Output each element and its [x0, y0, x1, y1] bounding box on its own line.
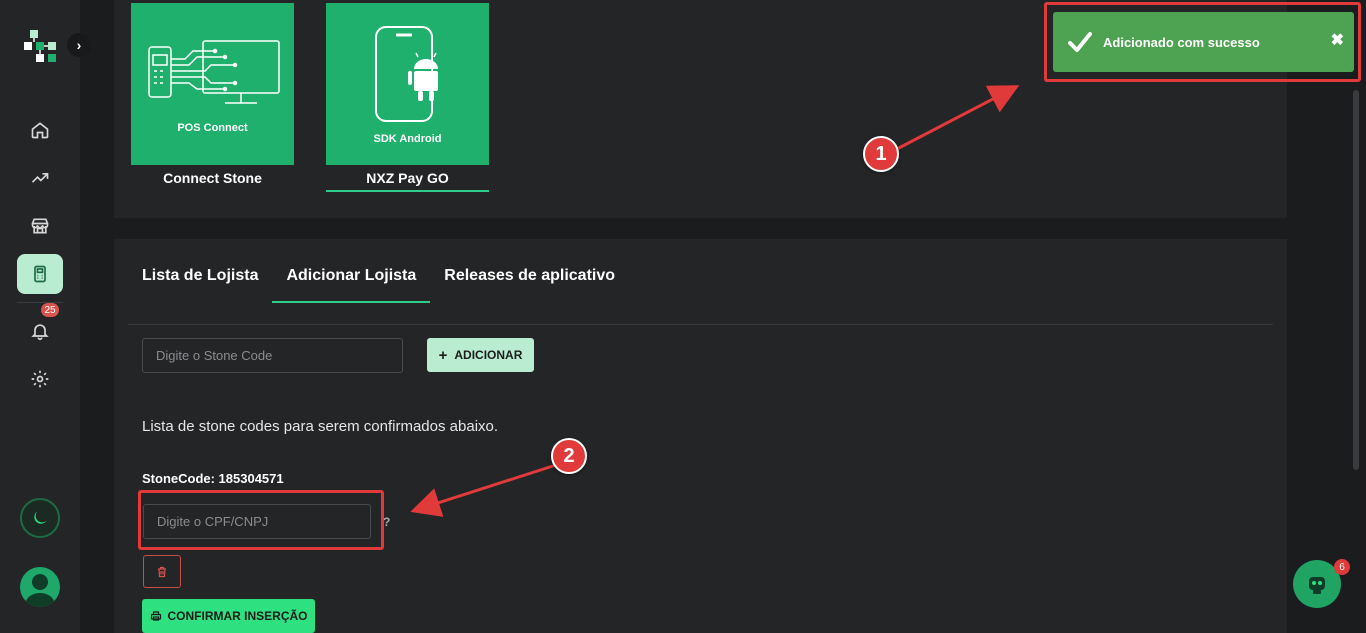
callout-2: 2 [551, 438, 587, 474]
gear-icon [31, 370, 49, 388]
tabs-divider [128, 324, 1273, 325]
sidebar: › 25 [0, 0, 91, 633]
confirm-button-label: CONFIRMAR INSERÇÃO [167, 609, 308, 623]
cpf-input-highlight-box [138, 490, 384, 550]
app-logo-icon[interactable] [22, 28, 58, 64]
list-description: Lista de stone codes para serem confirma… [142, 418, 499, 435]
sidebar-expand-button[interactable]: › [67, 33, 91, 57]
moon-icon [34, 511, 47, 524]
tab-adicionar-lojista[interactable]: Adicionar Lojista [272, 253, 431, 303]
pos-connect-icon [148, 40, 280, 104]
trending-up-icon [31, 173, 49, 183]
toast-highlight-box [1044, 2, 1361, 82]
sidebar-item-settings[interactable] [17, 359, 63, 399]
tab-lista-de-lojista[interactable]: Lista de Lojista [128, 253, 272, 303]
app-tile-label: SDK Android [373, 133, 442, 145]
trash-icon [158, 566, 166, 577]
main-panel: Lista de Lojista Adicionar Lojista Relea… [114, 239, 1287, 633]
tab-releases-de-aplicativo[interactable]: Releases de aplicativo [430, 253, 629, 303]
app-card-connect-stone[interactable]: POS Connect Connect Stone [131, 3, 294, 186]
add-button-label: ADICIONAR [454, 348, 523, 362]
sidebar-divider [17, 302, 63, 303]
theme-toggle-button[interactable] [20, 498, 60, 538]
app-card-nxz-pay-go[interactable]: SDK Android NXZ Pay GO [326, 3, 489, 192]
tab-bar: Lista de Lojista Adicionar Lojista Relea… [128, 253, 629, 303]
app-tile-label: POS Connect [177, 122, 248, 134]
sidebar-item-store[interactable] [17, 206, 63, 246]
chat-bot-icon [1309, 577, 1325, 594]
store-icon [31, 218, 49, 234]
sidebar-item-trending[interactable] [17, 158, 63, 198]
android-phone-icon [375, 26, 438, 122]
app-card-name: NXZ Pay GO [366, 170, 449, 186]
printer-icon [150, 611, 161, 621]
notification-badge: 25 [41, 303, 59, 317]
confirm-insertion-button[interactable]: CONFIRMAR INSERÇÃO [142, 599, 315, 633]
plus-icon: + [438, 346, 448, 364]
app-tile: POS Connect [131, 3, 294, 165]
sidebar-item-home[interactable] [17, 110, 63, 150]
user-icon [25, 574, 55, 607]
home-icon [31, 122, 49, 139]
chevron-right-icon: › [76, 37, 82, 53]
add-button[interactable]: + ADICIONAR [427, 338, 534, 372]
delete-button[interactable] [143, 555, 181, 588]
app-tile: SDK Android [326, 3, 489, 165]
selected-indicator [326, 190, 489, 192]
stone-code-input[interactable] [142, 338, 403, 373]
bell-icon [31, 324, 49, 341]
pos-terminal-icon [34, 265, 46, 283]
user-avatar[interactable] [20, 567, 60, 607]
sidebar-item-notifications[interactable]: 25 [17, 303, 63, 351]
callout-1: 1 [863, 136, 899, 172]
scrollbar[interactable] [1353, 90, 1359, 470]
sidebar-item-pos[interactable] [17, 254, 63, 294]
stonecode-label: StoneCode: 185304571 [142, 471, 284, 486]
chat-badge: 6 [1334, 559, 1350, 575]
app-card-name: Connect Stone [163, 170, 262, 186]
help-icon[interactable]: ? [383, 515, 390, 529]
